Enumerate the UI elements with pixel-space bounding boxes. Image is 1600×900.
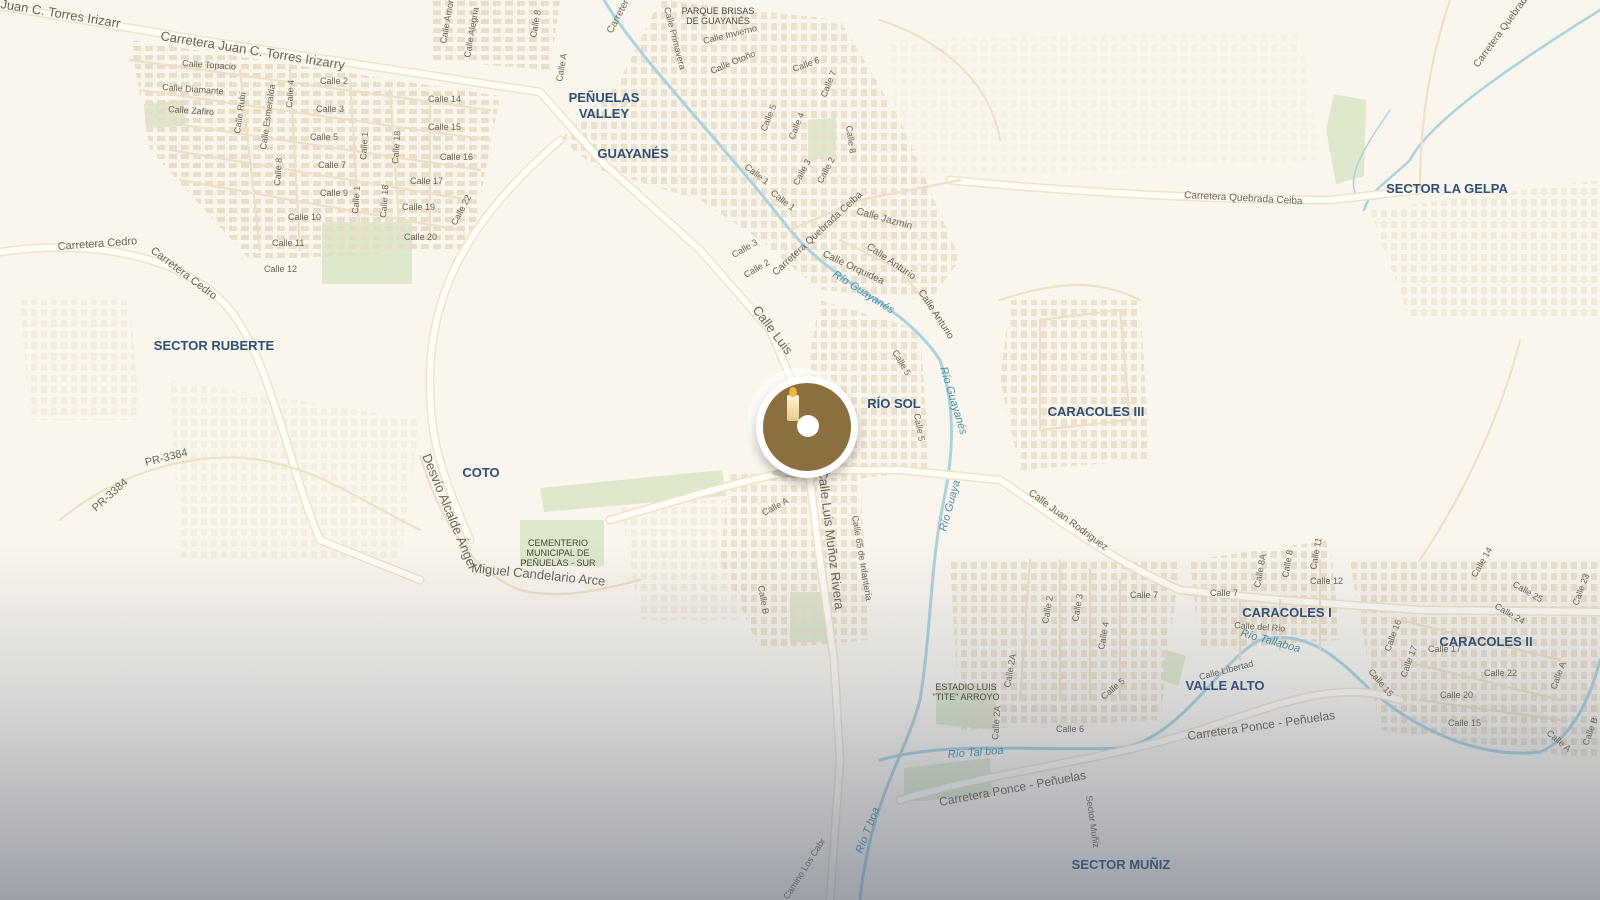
label-c6car: Calle 6 <box>1056 724 1084 734</box>
map-view[interactable]: PEÑUELAS VALLEY GUAYANÉS SECTOR RUBERTE … <box>0 0 1600 900</box>
candle-icon <box>787 395 799 421</box>
label-c14: Calle 14 <box>428 94 461 104</box>
marker-center-dot <box>797 415 819 437</box>
label-c7: Calle 7 <box>318 160 346 170</box>
label-c20: Calle 20 <box>404 232 437 242</box>
label-c2: Calle 2 <box>320 76 348 86</box>
label-estadio: ESTADIO LUIS <box>935 682 996 692</box>
label-penuelas-valley: PEÑUELAS <box>569 90 640 105</box>
location-marker[interactable] <box>756 376 858 478</box>
label-sector-ruberte: SECTOR RUBERTE <box>154 338 275 353</box>
label-c15e-2: Calle 15 <box>1448 718 1481 728</box>
label-caracoles-i: CARACOLES I <box>1242 605 1332 620</box>
label-guayanes: GUAYANÉS <box>597 146 669 161</box>
label-c19: Calle 19 <box>402 202 435 212</box>
label-c9: Calle 9 <box>320 188 348 198</box>
label-c12: Calle 12 <box>264 264 297 274</box>
label-penuelas-valley-2: VALLEY <box>579 106 630 121</box>
label-c16: Calle 16 <box>440 152 473 162</box>
label-cementerio: CEMENTERIO <box>528 538 588 548</box>
label-c10: Calle 10 <box>288 212 321 222</box>
label-sector-la-gelpa: SECTOR LA GELPA <box>1386 181 1508 196</box>
label-c8: Calle 8 <box>272 157 284 186</box>
label-c12car: Calle 12 <box>1310 576 1343 586</box>
label-c5: Calle 5 <box>310 132 338 142</box>
label-sector-muniz: SECTOR MUÑIZ <box>1072 857 1171 872</box>
label-c4: Calle 4 <box>284 79 296 108</box>
label-c1-2: Calle 1 <box>350 185 362 214</box>
label-c11: Calle 11 <box>272 238 304 248</box>
label-coto: COTO <box>462 465 499 480</box>
label-caracoles-iii: CARACOLES III <box>1048 404 1145 419</box>
flame-icon <box>789 387 797 397</box>
label-cementerio-2: MUNICIPAL DE <box>526 548 589 558</box>
label-rio-sol: RÍO SOL <box>867 396 921 411</box>
label-c7car: Calle 7 <box>1130 590 1158 600</box>
label-c15: Calle 15 <box>428 122 461 132</box>
label-parque-brisas-2: DE GUAYANÉS <box>686 16 750 26</box>
label-estadio-2: "TITE" ARROYO <box>933 692 1000 702</box>
label-c1: Calle 1 <box>358 131 370 160</box>
label-c7car-2: Calle 7 <box>1210 588 1238 598</box>
label-c3: Calle 3 <box>316 104 344 114</box>
label-c17: Calle 17 <box>410 176 443 186</box>
label-c22e: Calle 22 <box>1484 668 1517 678</box>
label-valle-alto: VALLE ALTO <box>1186 678 1265 693</box>
label-c17e: Calle 17 <box>1428 644 1461 654</box>
label-parque-brisas: PARQUE BRISAS <box>682 6 755 16</box>
label-c20e: Calle 20 <box>1440 690 1473 700</box>
